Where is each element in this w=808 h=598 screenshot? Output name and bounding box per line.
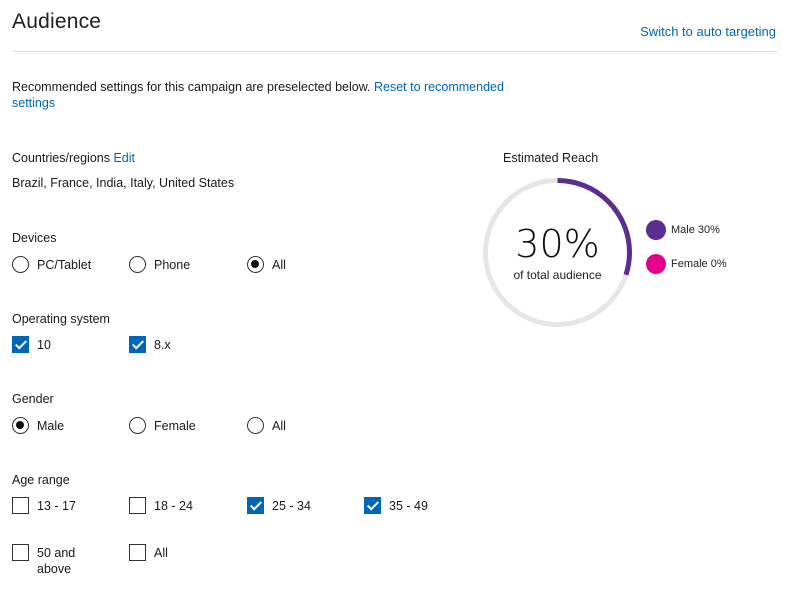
age-checkbox-35-49[interactable]: [364, 497, 381, 514]
page-title: Audience: [12, 10, 102, 33]
age-checkbox-all[interactable]: [129, 544, 146, 561]
age-option-13-17[interactable]: 13 - 17: [12, 497, 76, 514]
age-checkbox-18-24[interactable]: [129, 497, 146, 514]
countries-value: Brazil, France, India, Italy, United Sta…: [12, 176, 235, 190]
gender-option-all[interactable]: All: [247, 417, 286, 434]
gender-option-female[interactable]: Female: [129, 417, 196, 434]
legend-item-female: Female 0%: [646, 254, 727, 274]
legend-dot: [646, 254, 666, 274]
device-radio-all[interactable]: [247, 256, 264, 273]
device-option-phone[interactable]: Phone: [129, 256, 190, 273]
reach-donut-chart: [483, 178, 632, 327]
legend-item-male: Male 30%: [646, 220, 720, 240]
age-option-label: 50 and above: [37, 546, 76, 576]
gender-option-label: All: [272, 419, 286, 433]
age-option-18-24[interactable]: 18 - 24: [129, 497, 193, 514]
os-option-label: 10: [37, 338, 51, 352]
countries-label: Countries/regions: [12, 151, 110, 165]
age-label: Age range: [12, 473, 70, 487]
age-checkbox-50-above[interactable]: [12, 544, 29, 561]
os-option-10[interactable]: 10: [12, 336, 51, 353]
device-option-label: Phone: [154, 258, 191, 272]
gender-radio-all[interactable]: [247, 417, 264, 434]
age-option-50-above[interactable]: 50 and above: [12, 544, 92, 577]
age-option-label: 13 - 17: [37, 499, 76, 513]
recommend-text: Recommended settings for this campaign a…: [12, 79, 532, 111]
gender-option-male[interactable]: Male: [12, 417, 64, 434]
age-option-label: 25 - 34: [272, 499, 311, 513]
device-option-all[interactable]: All: [247, 256, 286, 273]
gender-radio-female[interactable]: [129, 417, 146, 434]
estimated-reach-label: Estimated Reach: [503, 151, 599, 165]
age-option-label: All: [154, 546, 168, 560]
header-divider: [12, 51, 777, 52]
device-option-label: All: [272, 258, 286, 272]
os-option-label: 8.x: [154, 338, 171, 352]
devices-label: Devices: [12, 231, 57, 245]
os-label: Operating system: [12, 312, 110, 326]
age-option-label: 35 - 49: [389, 499, 428, 513]
recommend-text-body: Recommended settings for this campaign a…: [12, 80, 374, 94]
device-radio-pc-tablet[interactable]: [12, 256, 29, 273]
age-option-label: 18 - 24: [154, 499, 193, 513]
gender-radio-male[interactable]: [12, 417, 29, 434]
countries-edit-link[interactable]: Edit: [113, 151, 135, 165]
age-option-all[interactable]: All: [129, 544, 168, 561]
os-checkbox-8x[interactable]: [129, 336, 146, 353]
age-option-35-49[interactable]: 35 - 49: [364, 497, 428, 514]
gender-option-label: Female: [154, 419, 196, 433]
age-option-25-34[interactable]: 25 - 34: [247, 497, 311, 514]
gender-label: Gender: [12, 392, 54, 406]
device-option-pc-tablet[interactable]: PC/Tablet: [12, 256, 91, 273]
age-checkbox-13-17[interactable]: [12, 497, 29, 514]
os-option-8x[interactable]: 8.x: [129, 336, 171, 353]
countries-section: Countries/regions Edit: [12, 151, 135, 165]
legend-label: Female 0%: [671, 258, 727, 270]
age-checkbox-25-34[interactable]: [247, 497, 264, 514]
device-radio-phone[interactable]: [129, 256, 146, 273]
legend-dot: [646, 220, 666, 240]
legend-label: Male 30%: [671, 224, 720, 236]
switch-auto-targeting-link[interactable]: Switch to auto targeting: [640, 24, 776, 39]
gender-option-label: Male: [37, 419, 65, 433]
os-checkbox-10[interactable]: [12, 336, 29, 353]
device-option-label: PC/Tablet: [37, 258, 92, 272]
